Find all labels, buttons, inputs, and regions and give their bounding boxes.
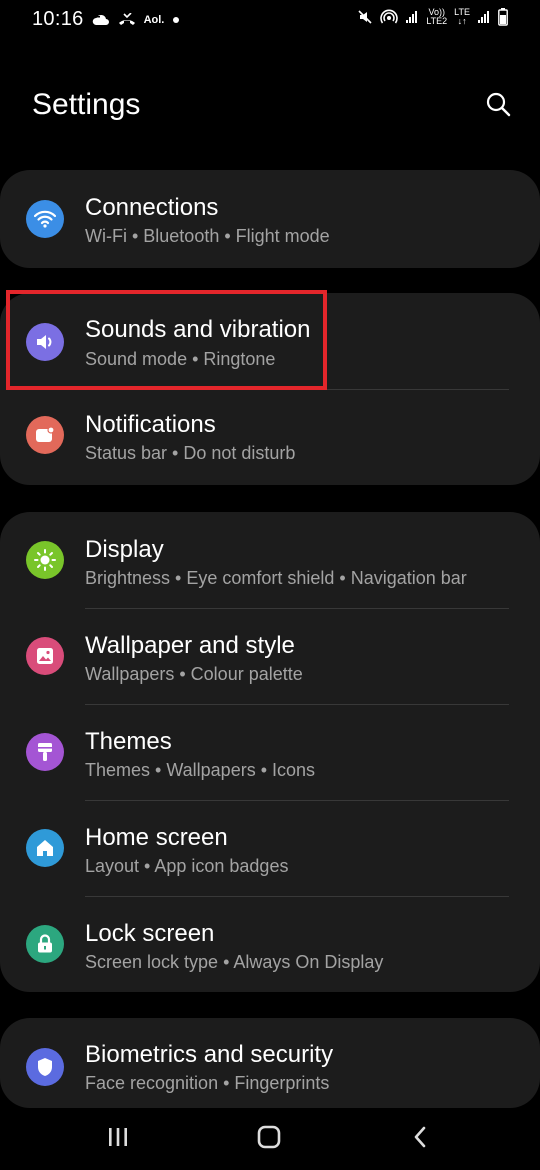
missed-call-icon	[118, 12, 136, 27]
item-subtitle: Layout • App icon badges	[85, 856, 289, 876]
shield-icon	[26, 1048, 64, 1086]
item-subtitle: Wallpapers • Colour palette	[85, 664, 303, 684]
settings-item-themes[interactable]: Themes Themes • Wallpapers • Icons	[0, 705, 540, 800]
item-subtitle: Brightness • Eye comfort shield • Naviga…	[85, 568, 467, 588]
home-icon	[26, 829, 64, 867]
sun-icon	[26, 541, 64, 579]
recents-icon	[106, 1126, 130, 1153]
item-subtitle: Face recognition • Fingerprints	[85, 1073, 330, 1093]
item-title: Lock screen	[85, 920, 215, 947]
dot-icon	[172, 16, 180, 24]
status-right: Vo)) LTE2 LTE ↓↑	[357, 8, 508, 26]
settings-item-notifications[interactable]: Notifications Status bar • Do not distur…	[0, 390, 540, 485]
hotspot-icon	[380, 9, 399, 25]
navigation-bar	[0, 1105, 540, 1170]
lte-icon: LTE ↓↑	[454, 8, 470, 26]
settings-item-display[interactable]: Display Brightness • Eye comfort shield …	[0, 512, 540, 608]
settings-item-wallpaper[interactable]: Wallpaper and style Wallpapers • Colour …	[0, 609, 540, 704]
item-title: Notifications	[85, 411, 216, 438]
notification-icon	[26, 416, 64, 454]
home-nav-icon	[256, 1124, 282, 1155]
battery-icon	[498, 8, 508, 26]
item-subtitle: Status bar • Do not disturb	[85, 443, 296, 463]
recents-button[interactable]	[98, 1121, 138, 1157]
settings-item-biometrics[interactable]: Biometrics and security Face recognition…	[0, 1018, 540, 1108]
back-button[interactable]	[400, 1121, 440, 1157]
item-title: Connections	[85, 194, 219, 221]
volte-icon: Vo)) LTE2	[426, 8, 447, 26]
settings-item-lock-screen[interactable]: Lock screen Screen lock type • Always On…	[0, 897, 540, 992]
signal-icon	[405, 10, 419, 24]
lock-icon	[26, 925, 64, 963]
item-title: Home screen	[85, 824, 228, 851]
paintbrush-icon	[26, 733, 64, 771]
aol-icon: Aol.	[143, 13, 165, 26]
image-icon	[26, 637, 64, 675]
wifi-icon	[26, 200, 64, 238]
card-display-group: Display Brightness • Eye comfort shield …	[0, 512, 540, 992]
status-time: 10:16	[32, 8, 84, 30]
item-title: Biometrics and security	[85, 1041, 334, 1068]
item-subtitle: Screen lock type • Always On Display	[85, 952, 384, 972]
lte-bottom: ↓↑	[457, 16, 467, 26]
settings-item-connections[interactable]: Connections Wi-Fi • Bluetooth • Flight m…	[0, 170, 540, 268]
item-title: Display	[85, 536, 164, 563]
item-subtitle: Themes • Wallpapers • Icons	[85, 760, 316, 780]
search-button[interactable]	[480, 88, 516, 124]
highlight-box	[6, 290, 327, 390]
item-title: Wallpaper and style	[85, 632, 295, 659]
item-subtitle: Wi-Fi • Bluetooth • Flight mode	[85, 226, 330, 246]
page-title: Settings	[32, 88, 141, 121]
back-icon	[410, 1125, 430, 1154]
mute-icon	[357, 9, 373, 25]
card-biometrics: Biometrics and security Face recognition…	[0, 1018, 540, 1108]
item-title: Themes	[85, 728, 172, 755]
cloud-icon	[92, 13, 110, 27]
search-icon	[485, 91, 511, 122]
home-nav-button[interactable]	[249, 1121, 289, 1157]
status-left: 10:16 Aol.	[32, 8, 180, 31]
status-bar: 10:16 Aol. Vo)) LTE2 LTE ↓↑	[0, 0, 540, 44]
settings-item-home-screen[interactable]: Home screen Layout • App icon badges	[0, 801, 540, 896]
signal2-icon	[477, 10, 491, 24]
card-connections: Connections Wi-Fi • Bluetooth • Flight m…	[0, 170, 540, 268]
volte-bottom: LTE2	[426, 16, 448, 26]
